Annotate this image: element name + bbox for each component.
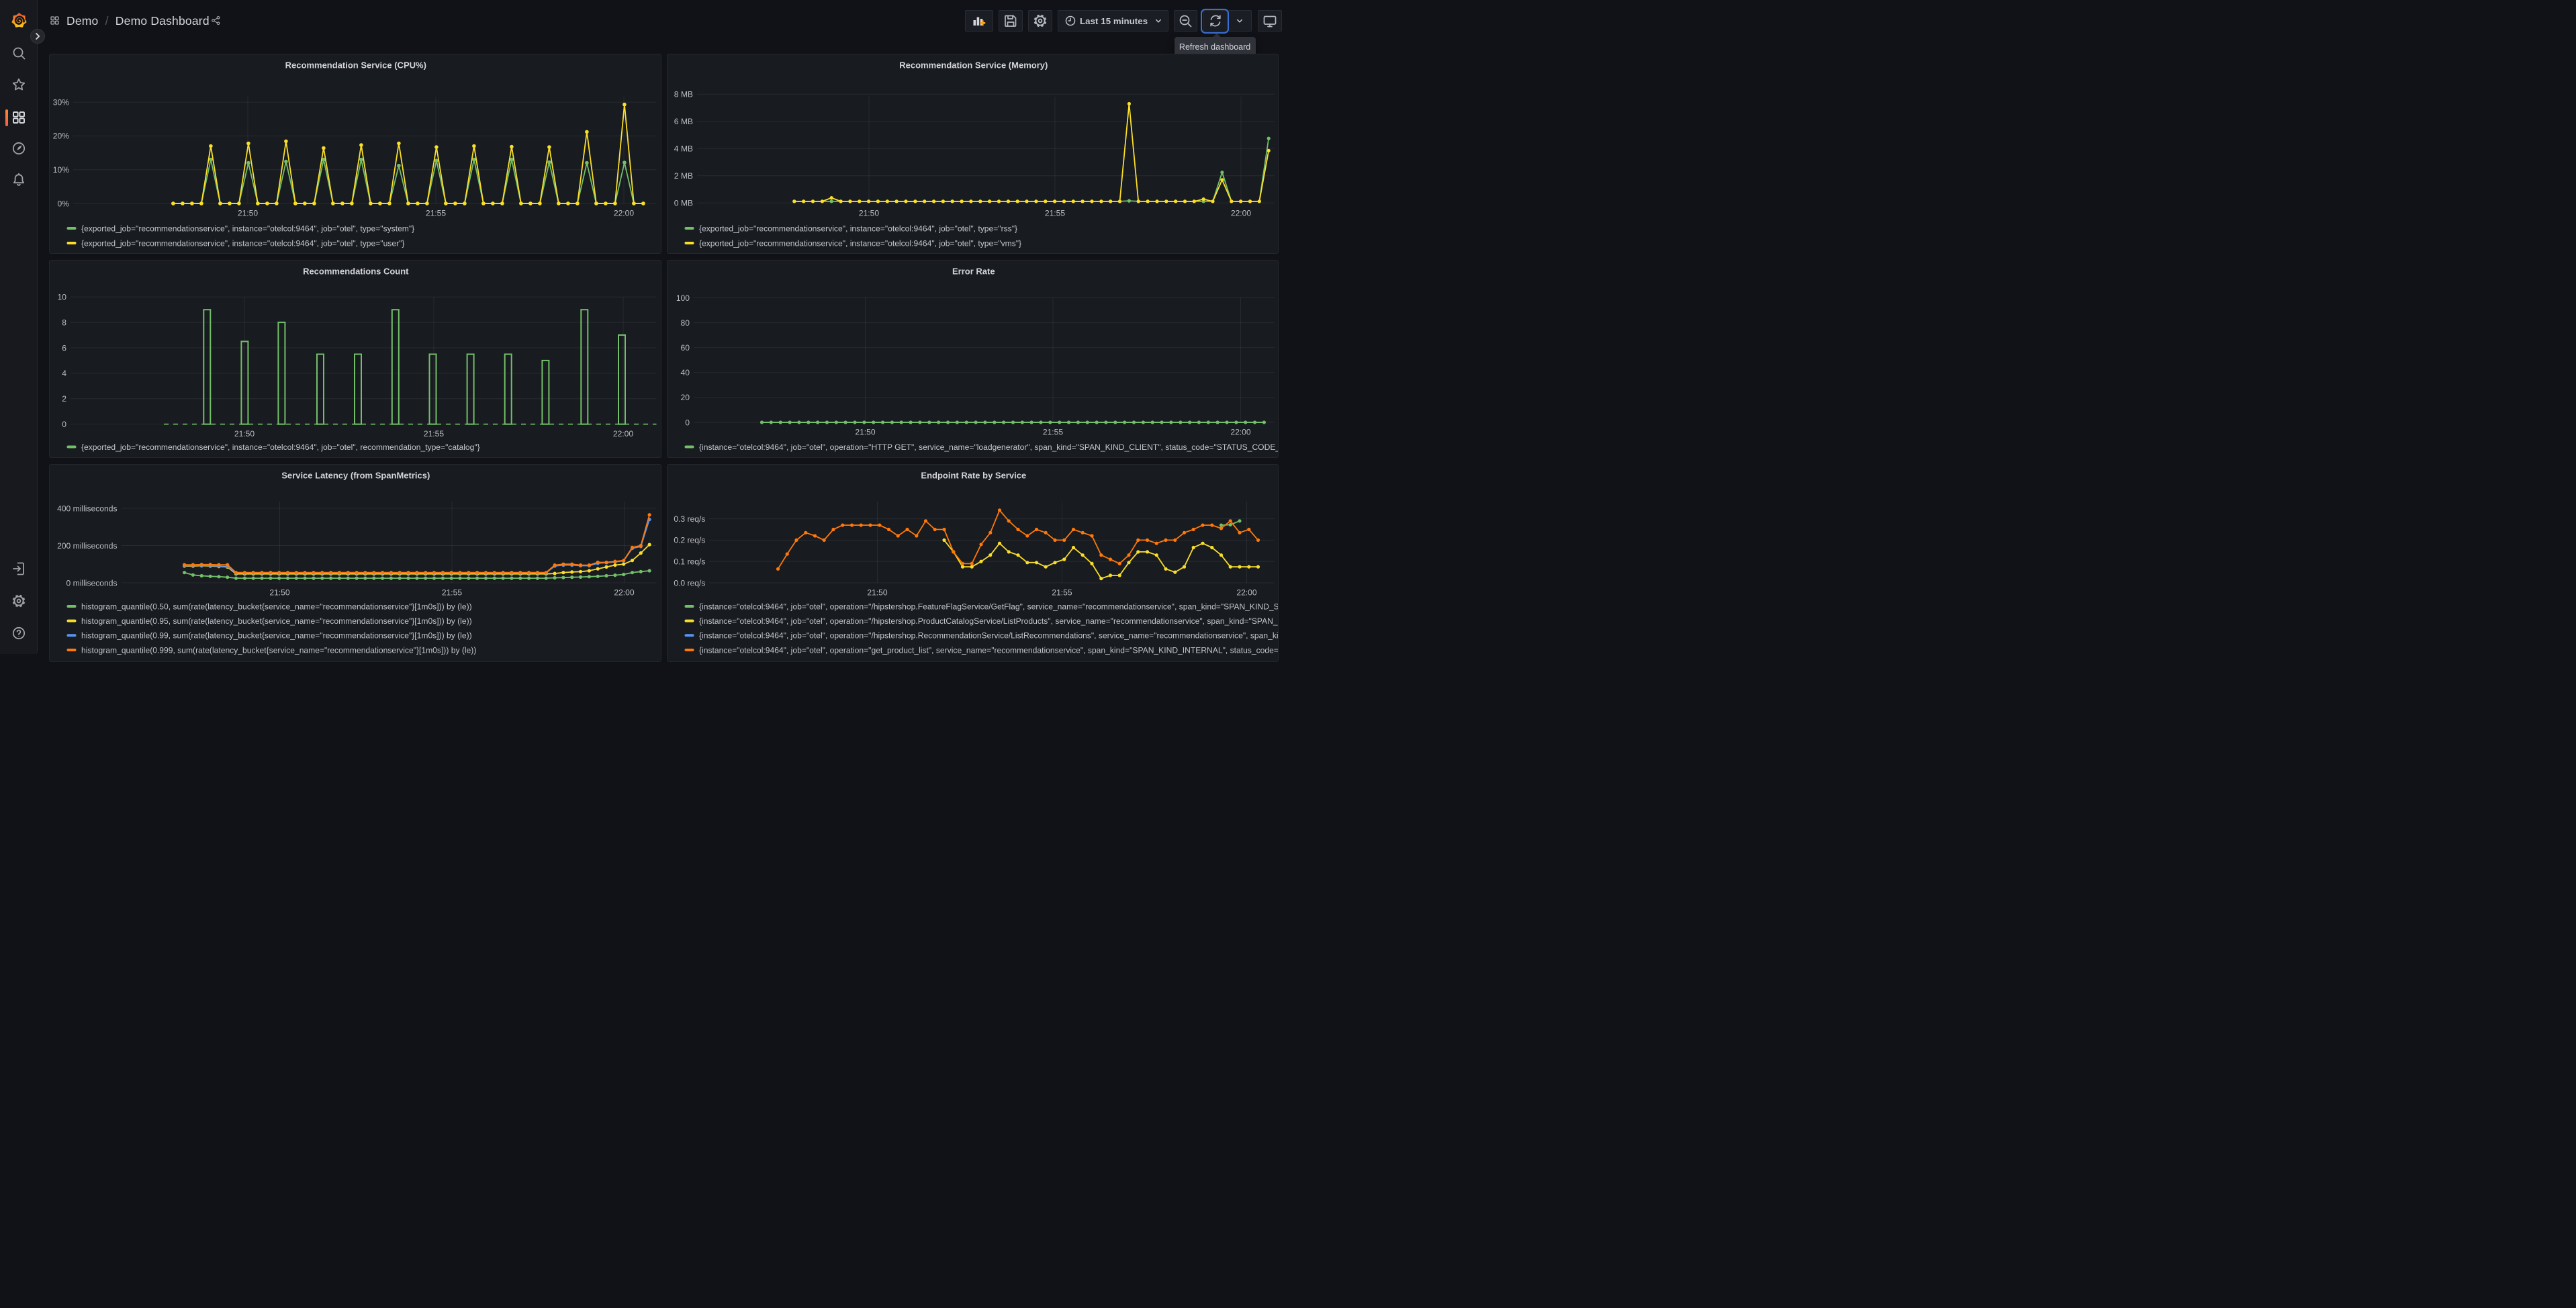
svg-text:histogram_quantile(0.50, sum(r: histogram_quantile(0.50, sum(rate(latenc…	[81, 602, 472, 612]
svg-text:{instance="otelcol:9464", job=: {instance="otelcol:9464", job="otel", op…	[699, 631, 1279, 641]
svg-text:{exported_job="recommendations: {exported_job="recommendationservice", i…	[699, 238, 1021, 248]
svg-text:21:50: 21:50	[238, 209, 259, 218]
svg-text:8 MB: 8 MB	[674, 90, 692, 99]
svg-text:21:55: 21:55	[442, 588, 463, 598]
svg-text:21:55: 21:55	[1042, 428, 1063, 437]
svg-text:21:55: 21:55	[1044, 209, 1065, 218]
svg-text:histogram_quantile(0.999, sum(: histogram_quantile(0.999, sum(rate(laten…	[81, 646, 476, 655]
svg-text:21:50: 21:50	[855, 428, 876, 437]
svg-text:0.3 req/s: 0.3 req/s	[674, 514, 705, 524]
svg-text:0: 0	[685, 418, 690, 427]
svg-text:6 MB: 6 MB	[674, 117, 692, 126]
svg-text:200 milliseconds: 200 milliseconds	[57, 541, 117, 551]
svg-text:0 MB: 0 MB	[674, 199, 692, 208]
svg-text:8: 8	[62, 318, 66, 327]
svg-text:Recommendations Count: Recommendations Count	[303, 267, 409, 277]
svg-text:60: 60	[680, 343, 690, 353]
svg-text:0.1 req/s: 0.1 req/s	[674, 557, 705, 567]
svg-text:20: 20	[680, 393, 690, 402]
svg-text:40: 40	[680, 368, 690, 377]
svg-text:21:50: 21:50	[867, 588, 888, 598]
svg-text:0.2 req/s: 0.2 req/s	[674, 536, 705, 545]
svg-text:22:00: 22:00	[614, 588, 635, 598]
svg-text:22:00: 22:00	[613, 429, 634, 438]
svg-text:100: 100	[676, 293, 689, 303]
svg-text:{exported_job="recommendations: {exported_job="recommendationservice", i…	[81, 224, 414, 233]
svg-text:400 milliseconds: 400 milliseconds	[57, 504, 117, 514]
svg-text:2: 2	[62, 394, 66, 404]
svg-text:22:00: 22:00	[1230, 428, 1251, 437]
svg-text:10%: 10%	[53, 165, 69, 175]
svg-text:21:55: 21:55	[1052, 588, 1072, 598]
svg-text:21:55: 21:55	[426, 209, 447, 218]
svg-text:0: 0	[62, 420, 66, 429]
svg-text:21:50: 21:50	[234, 429, 255, 438]
svg-text:0.0 req/s: 0.0 req/s	[674, 579, 705, 588]
svg-text:0%: 0%	[58, 199, 70, 208]
svg-text:{instance="otelcol:9464", job=: {instance="otelcol:9464", job="otel", op…	[699, 646, 1279, 655]
svg-text:21:50: 21:50	[858, 209, 879, 218]
svg-text:0 milliseconds: 0 milliseconds	[66, 579, 118, 588]
svg-text:10: 10	[58, 293, 67, 302]
svg-text:4 MB: 4 MB	[674, 144, 692, 154]
svg-text:21:55: 21:55	[424, 429, 445, 438]
svg-text:{exported_job="recommendations: {exported_job="recommendationservice", i…	[81, 442, 480, 452]
svg-text:{instance="otelcol:9464", job=: {instance="otelcol:9464", job="otel", op…	[699, 442, 1279, 452]
svg-text:22:00: 22:00	[614, 209, 635, 218]
svg-text:22:00: 22:00	[1236, 588, 1257, 598]
svg-text:Recommendation Service (CPU%): Recommendation Service (CPU%)	[285, 60, 426, 71]
svg-text:21:50: 21:50	[269, 588, 290, 598]
svg-text:{exported_job="recommendations: {exported_job="recommendationservice", i…	[699, 224, 1017, 233]
svg-text:80: 80	[680, 318, 690, 328]
svg-text:Error Rate: Error Rate	[952, 267, 995, 277]
svg-text:22:00: 22:00	[1230, 209, 1251, 218]
svg-text:6: 6	[62, 343, 66, 353]
svg-text:{instance="otelcol:9464", job=: {instance="otelcol:9464", job="otel", op…	[699, 602, 1279, 612]
svg-text:{instance="otelcol:9464", job=: {instance="otelcol:9464", job="otel", op…	[699, 616, 1279, 626]
svg-text:histogram_quantile(0.99, sum(r: histogram_quantile(0.99, sum(rate(latenc…	[81, 631, 472, 641]
svg-text:Recommendation Service (Memory: Recommendation Service (Memory)	[899, 60, 1048, 71]
svg-text:histogram_quantile(0.95, sum(r: histogram_quantile(0.95, sum(rate(latenc…	[81, 616, 472, 626]
svg-text:Service Latency (from SpanMetr: Service Latency (from SpanMetrics)	[281, 471, 430, 481]
svg-text:Endpoint Rate by Service: Endpoint Rate by Service	[921, 471, 1026, 481]
svg-text:2 MB: 2 MB	[674, 171, 692, 181]
svg-text:4: 4	[62, 369, 66, 378]
svg-text:30%: 30%	[53, 97, 69, 107]
svg-text:20%: 20%	[53, 132, 69, 141]
svg-text:{exported_job="recommendations: {exported_job="recommendationservice", i…	[81, 238, 404, 248]
